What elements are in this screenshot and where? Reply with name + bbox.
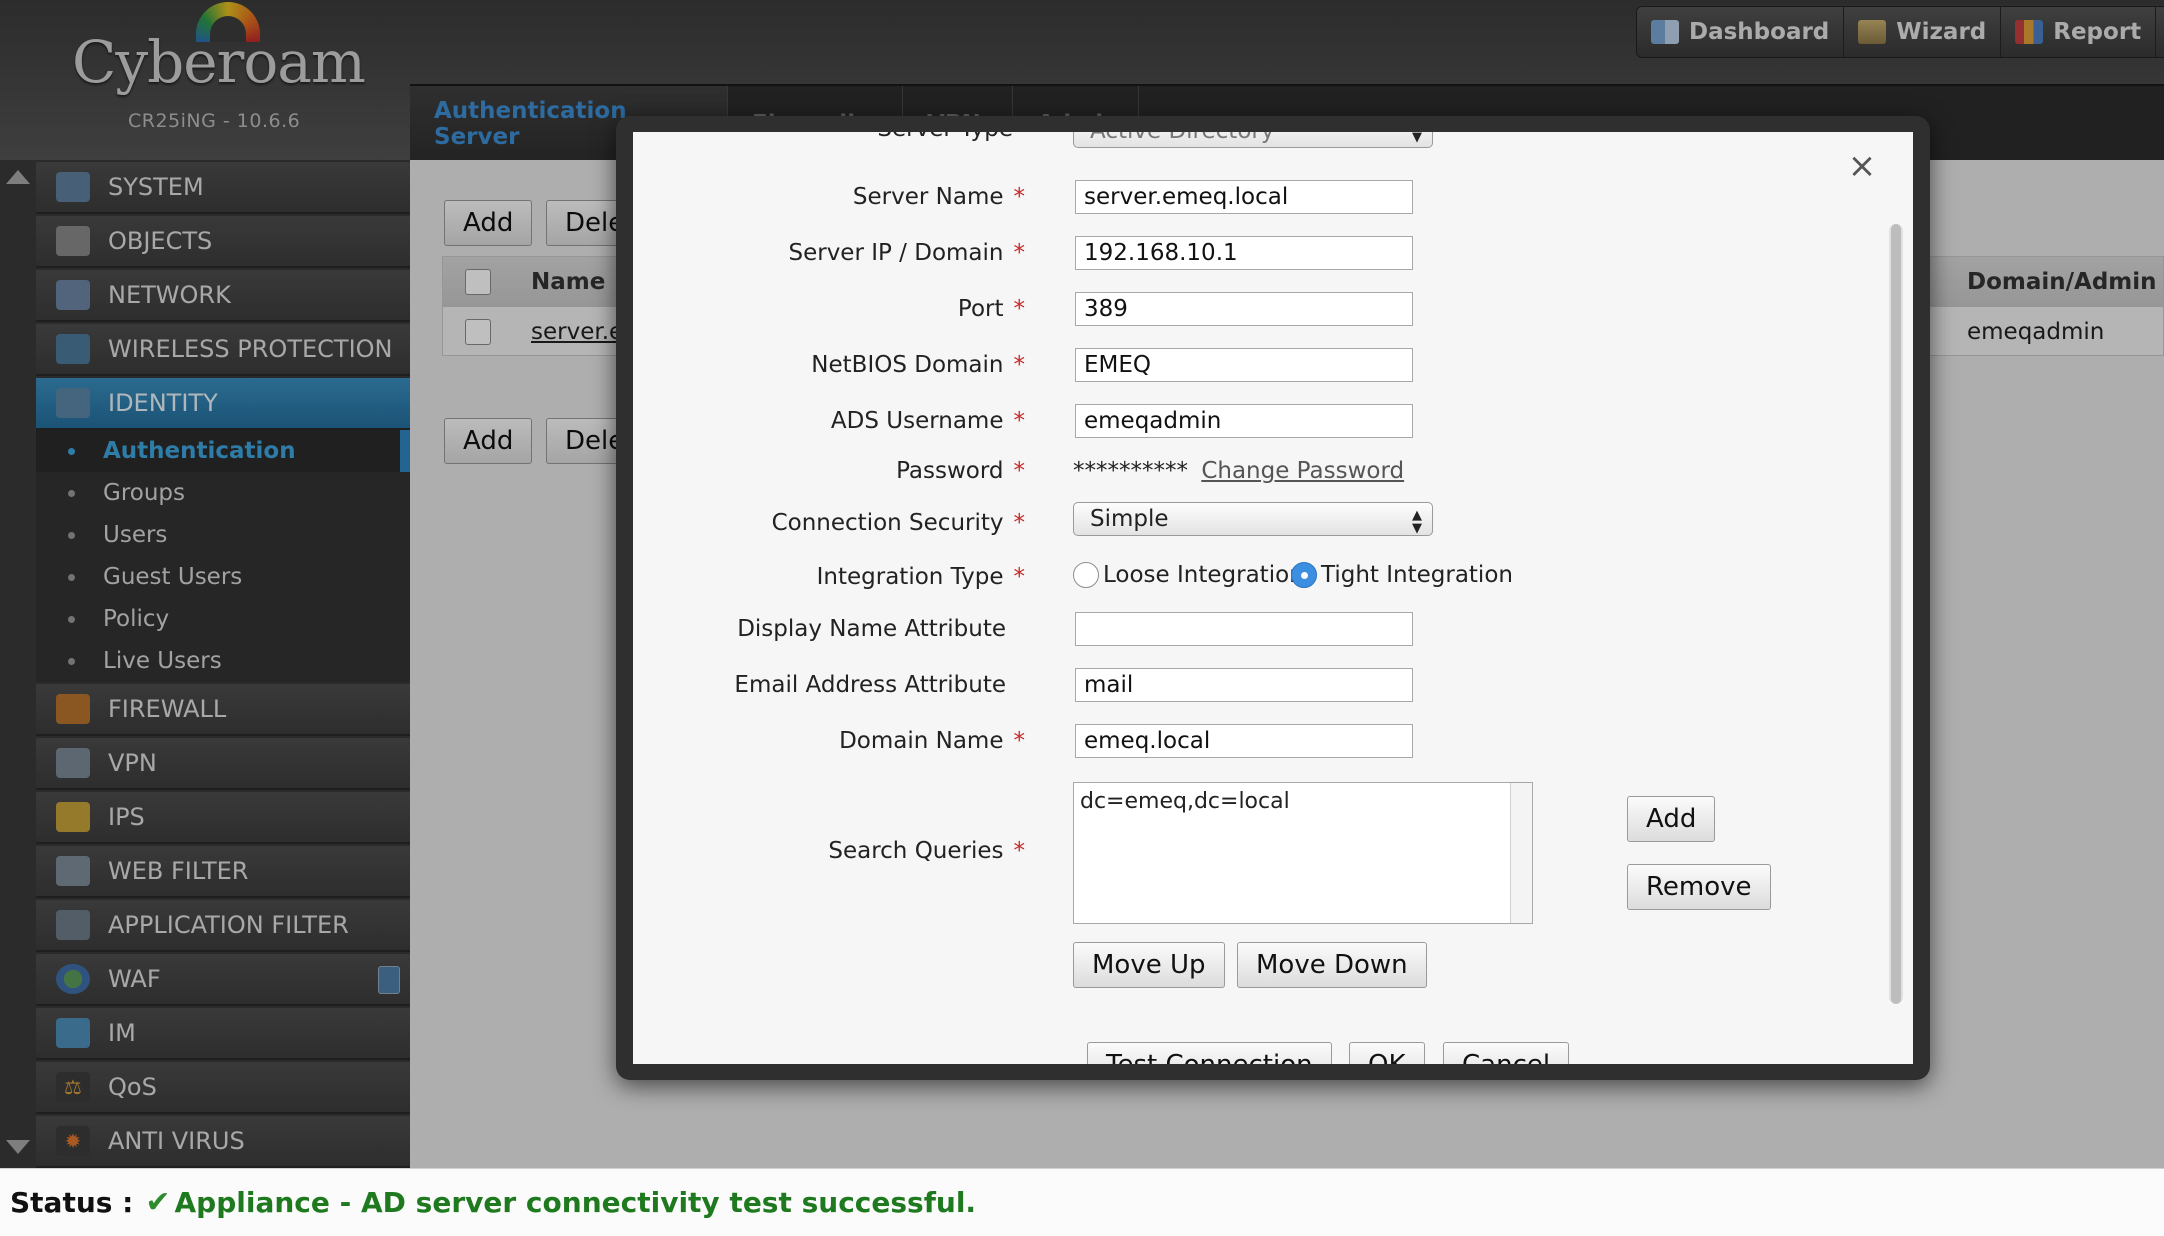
select-arrows-icon: ▲▼ bbox=[1412, 132, 1422, 145]
domain-name-field[interactable] bbox=[1075, 724, 1413, 758]
domain-name-label: Domain Name * bbox=[633, 728, 1025, 754]
required-mark: * bbox=[1013, 458, 1026, 484]
modal-scrollbar[interactable] bbox=[1889, 224, 1903, 1004]
test-connection-button[interactable]: Test Connection bbox=[1087, 1042, 1332, 1064]
connection-security-select[interactable]: Simple ▲ ▼ bbox=[1073, 502, 1433, 536]
search-queries-list[interactable]: dc=emeq,dc=local bbox=[1073, 782, 1533, 924]
email-attr-label: Email Address Attribute bbox=[633, 672, 1025, 698]
label-text: Password bbox=[896, 458, 1004, 484]
server-ip-label: Server IP / Domain * bbox=[633, 240, 1025, 266]
required-mark: * bbox=[1013, 352, 1026, 378]
label-text: Server Name bbox=[852, 184, 1004, 210]
required-mark: * bbox=[1013, 564, 1026, 590]
label-text: Domain Name bbox=[839, 728, 1004, 754]
connection-security-label: Connection Security * bbox=[633, 510, 1025, 536]
label-text: Email Address Attribute bbox=[734, 672, 1006, 698]
change-password-link[interactable]: Change Password bbox=[1201, 458, 1404, 484]
loose-integration-radio[interactable] bbox=[1073, 562, 1099, 588]
cancel-button[interactable]: Cancel bbox=[1443, 1042, 1570, 1064]
required-mark: * bbox=[1013, 838, 1026, 864]
label-text: Search Queries bbox=[828, 838, 1004, 864]
label-text: Server IP / Domain bbox=[788, 240, 1004, 266]
netbios-label: NetBIOS Domain * bbox=[633, 352, 1025, 378]
modal-scrollbar-thumb[interactable] bbox=[1891, 224, 1901, 1004]
status-bar: Status : ✔ Appliance - AD server connect… bbox=[0, 1168, 2164, 1236]
close-icon[interactable]: × bbox=[1846, 146, 1878, 186]
port-label: Port * bbox=[633, 296, 1025, 322]
select-value: Simple bbox=[1090, 506, 1169, 532]
required-mark: * bbox=[1013, 296, 1026, 322]
ok-button[interactable]: OK bbox=[1349, 1042, 1425, 1064]
label-text: Port bbox=[957, 296, 1004, 322]
edit-authentication-server-dialog: × Server Type Active Directory ▲▼ Server… bbox=[633, 132, 1913, 1064]
tight-integration-label[interactable]: Tight Integration bbox=[1321, 562, 1513, 588]
move-up-button[interactable]: Move Up bbox=[1073, 942, 1225, 988]
server-name-field[interactable] bbox=[1075, 180, 1413, 214]
search-queries-label: Search Queries * bbox=[633, 838, 1025, 864]
remove-query-button[interactable]: Remove bbox=[1627, 864, 1771, 910]
password-mask: ********** bbox=[1073, 458, 1188, 484]
display-name-attribute-field[interactable] bbox=[1075, 612, 1413, 646]
required-mark: * bbox=[1013, 240, 1026, 266]
server-name-label: Server Name * bbox=[633, 184, 1025, 210]
labels-column: Server Type bbox=[633, 132, 1013, 1064]
ads-username-label: ADS Username * bbox=[633, 408, 1025, 434]
status-label: Status : bbox=[10, 1186, 134, 1219]
email-address-attribute-field[interactable] bbox=[1075, 668, 1413, 702]
select-arrows-icon: ▲▼ bbox=[1412, 508, 1422, 536]
label-text: ADS Username bbox=[830, 408, 1004, 434]
required-mark: * bbox=[1013, 184, 1026, 210]
server-type-select[interactable]: Active Directory ▲▼ bbox=[1073, 132, 1433, 148]
add-query-button[interactable]: Add bbox=[1627, 796, 1716, 842]
required-mark: * bbox=[1013, 408, 1026, 434]
loose-integration-label[interactable]: Loose Integration bbox=[1103, 562, 1304, 588]
required-mark: * bbox=[1013, 510, 1026, 536]
password-row: ********** Change Password bbox=[1073, 458, 1404, 484]
display-name-attr-label: Display Name Attribute bbox=[633, 616, 1025, 642]
password-label: Password * bbox=[633, 458, 1025, 484]
status-message: Appliance - AD server connectivity test … bbox=[174, 1186, 977, 1219]
move-down-button[interactable]: Move Down bbox=[1237, 942, 1427, 988]
label-text: Integration Type bbox=[816, 564, 1004, 590]
label-text: NetBIOS Domain bbox=[811, 352, 1004, 378]
netbios-domain-field[interactable] bbox=[1075, 348, 1413, 382]
server-ip-field[interactable] bbox=[1075, 236, 1413, 270]
server-type-label: Server Type bbox=[633, 132, 1013, 142]
label-text: Connection Security bbox=[771, 510, 1004, 536]
label-text: Display Name Attribute bbox=[737, 616, 1006, 642]
search-queries-scrollbar[interactable] bbox=[1510, 783, 1532, 923]
integration-type-label: Integration Type * bbox=[633, 564, 1025, 590]
select-value: Active Directory bbox=[1090, 132, 1274, 144]
tight-integration-radio[interactable] bbox=[1291, 562, 1317, 588]
required-mark: * bbox=[1013, 728, 1026, 754]
label-text: Server Type bbox=[877, 132, 1013, 142]
success-check-icon: ✔ bbox=[145, 1185, 171, 1220]
search-query-item[interactable]: dc=emeq,dc=local bbox=[1080, 789, 1290, 814]
port-field[interactable] bbox=[1075, 292, 1413, 326]
ads-username-field[interactable] bbox=[1075, 404, 1413, 438]
